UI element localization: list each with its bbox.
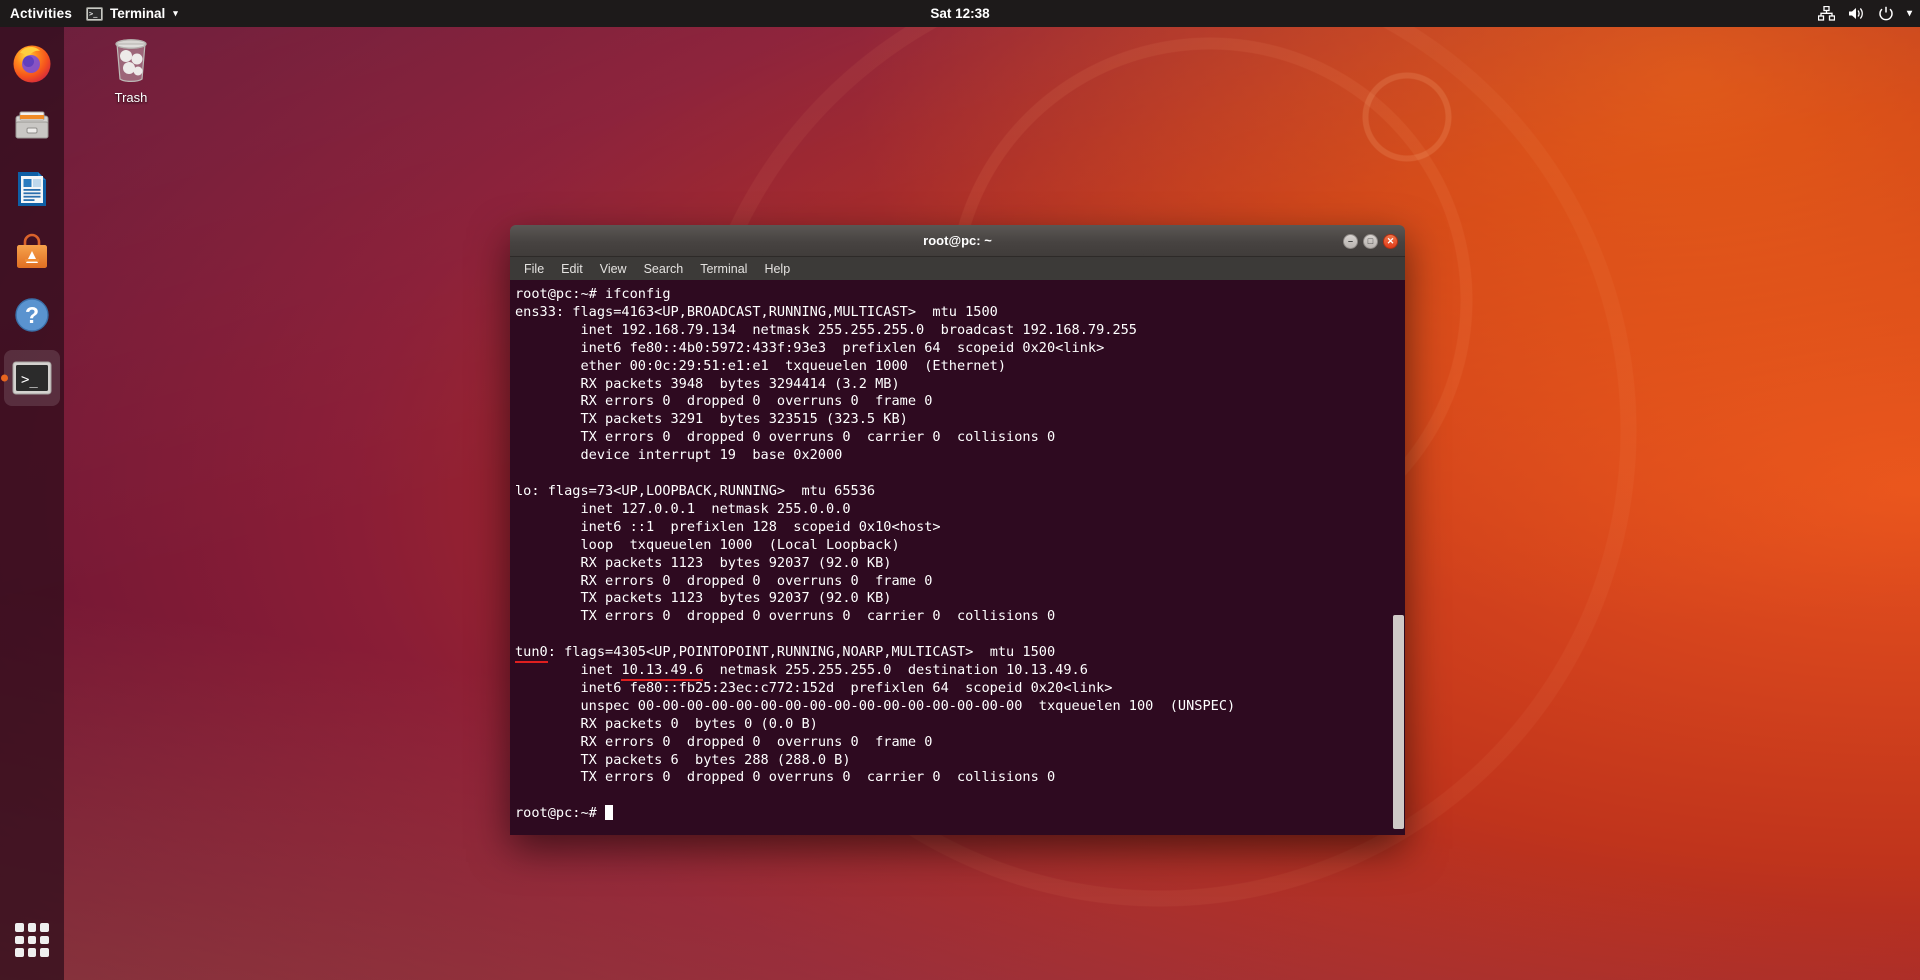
activities-button[interactable]: Activities [0, 6, 86, 21]
desktop-icon-trash[interactable]: Trash [86, 32, 176, 105]
window-title: root@pc: ~ [923, 233, 992, 248]
network-icon[interactable] [1817, 6, 1835, 21]
terminal-icon: >_ [86, 6, 104, 21]
apps-grid-dot [27, 948, 37, 957]
chevron-down-icon: ▾ [173, 8, 178, 18]
menu-edit[interactable]: Edit [561, 262, 583, 276]
menu-bar: File Edit View Search Terminal Help [510, 257, 1405, 280]
system-menu-caret-icon[interactable]: ▾ [1907, 8, 1912, 19]
terminal-cursor [605, 805, 614, 821]
volume-icon[interactable] [1848, 6, 1865, 21]
apps-grid-dot [15, 935, 24, 945]
menu-search[interactable]: Search [644, 262, 684, 276]
menu-file[interactable]: File [524, 262, 544, 276]
terminal-scrollbar-thumb[interactable] [1393, 615, 1404, 829]
apps-grid-dot [15, 948, 24, 957]
terminal-output: root@pc:~# ifconfig ens33: flags=4163<UP… [515, 286, 1236, 822]
terminal-window: root@pc: ~ – □ ✕ File Edit View Search T… [510, 225, 1405, 835]
apps-grid-dot [27, 923, 37, 932]
dock-item-help[interactable]: ? [4, 287, 60, 343]
desktop-icon-label: Trash [114, 90, 148, 105]
apps-grid-dot [40, 935, 49, 945]
dock-item-firefox[interactable] [4, 35, 60, 91]
apps-grid-dot [40, 923, 49, 932]
app-menu-label: Terminal [110, 6, 166, 21]
close-button[interactable]: ✕ [1383, 233, 1398, 249]
terminal-scrollbar-track[interactable] [1392, 280, 1405, 835]
svg-text:>_: >_ [21, 372, 38, 388]
power-icon[interactable] [1878, 6, 1894, 21]
app-menu-terminal[interactable]: >_ Terminal ▾ [86, 6, 178, 21]
svg-text:?: ? [25, 302, 39, 328]
window-titlebar[interactable]: root@pc: ~ – □ ✕ [510, 225, 1405, 257]
dock-item-ubuntu-software[interactable] [4, 224, 60, 280]
apps-grid-dot [15, 923, 24, 932]
dock-item-libreoffice-writer[interactable] [4, 161, 60, 217]
maximize-button[interactable]: □ [1363, 233, 1378, 249]
dock-item-terminal[interactable]: >_ [4, 350, 60, 406]
trash-icon [115, 39, 147, 83]
dock-item-files[interactable] [4, 98, 60, 154]
menu-terminal[interactable]: Terminal [700, 262, 747, 276]
window-controls: – □ ✕ [1343, 225, 1398, 257]
menu-help[interactable]: Help [764, 262, 790, 276]
highlight-tun0-ip: 10.13.49.6 [621, 662, 704, 682]
highlight-tun0: tun0 [515, 644, 548, 664]
system-tray: ▾ [1817, 6, 1912, 21]
apps-grid-dot [27, 935, 37, 945]
terminal-body[interactable]: root@pc:~# ifconfig ens33: flags=4163<UP… [510, 280, 1405, 835]
minimize-button[interactable]: – [1343, 233, 1358, 249]
apps-grid-dot [40, 948, 49, 957]
menu-view[interactable]: View [600, 262, 627, 276]
dock: ? >_ [0, 27, 64, 980]
terminal-icon-glyph: >_ [88, 8, 102, 19]
clock[interactable]: Sat 12:38 [930, 6, 989, 21]
show-applications-button[interactable] [4, 912, 60, 968]
top-bar: Activities >_ Terminal ▾ Sat 12:38 ▾ [0, 0, 1920, 27]
